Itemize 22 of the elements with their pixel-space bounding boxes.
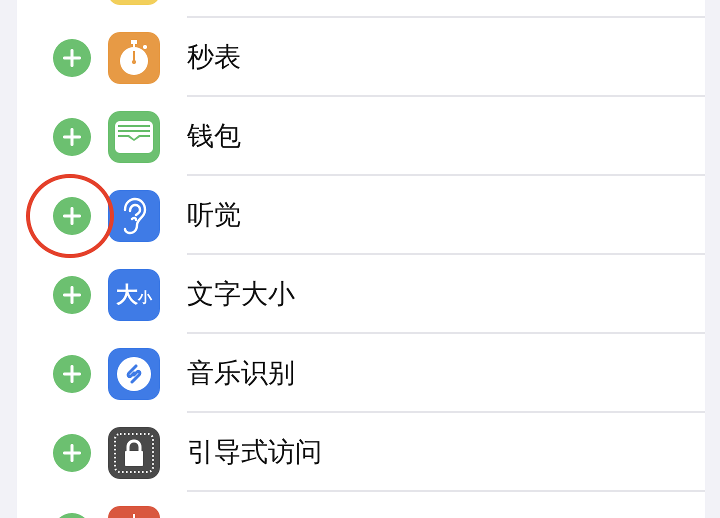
control-label: 文字大小 <box>187 278 295 312</box>
add-button[interactable] <box>53 354 91 392</box>
plus-icon <box>62 284 82 304</box>
plus-icon <box>62 442 82 462</box>
music-recognition-icon <box>116 356 152 392</box>
stopwatch-icon <box>117 38 151 76</box>
wallet-icon <box>114 120 154 154</box>
text-size-icon: 大小 <box>116 280 152 310</box>
control-label: 音乐识别 <box>187 356 295 390</box>
plus-icon <box>62 206 82 226</box>
add-button[interactable] <box>53 196 91 234</box>
control-label: 引导式访问 <box>187 436 322 470</box>
add-button[interactable] <box>53 434 91 472</box>
plus-icon <box>62 364 82 384</box>
control-label: 秒表 <box>187 40 241 74</box>
control-label: 听觉 <box>187 198 241 232</box>
add-button[interactable] <box>53 38 91 76</box>
plus-icon <box>62 126 82 146</box>
add-button[interactable] <box>53 276 91 314</box>
plus-icon <box>62 48 82 68</box>
control-label: 钱包 <box>187 120 241 154</box>
add-button[interactable] <box>53 118 91 156</box>
